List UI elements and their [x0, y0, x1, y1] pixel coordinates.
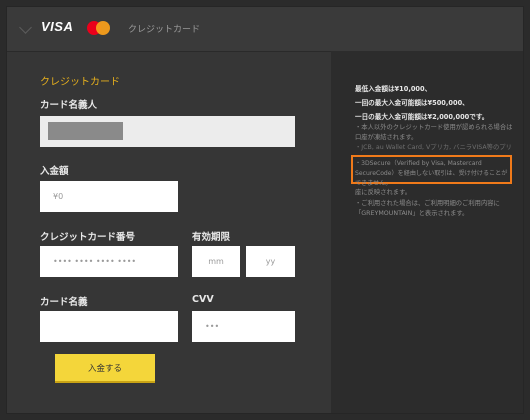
visa-logo: VISA [41, 19, 74, 34]
amount-input[interactable]: ¥0 [40, 181, 178, 212]
expiry-year-input[interactable]: yy [246, 246, 295, 277]
note-reflect: 座に反映されます。 [355, 189, 412, 196]
mastercard-orange-circle [96, 21, 110, 35]
note-3dsecure: ・3DSecure（Verified by Visa, Mastercard S… [355, 160, 508, 187]
credit-card-form: クレジットカード カード名義人 入金額 ¥0 クレジットカード番号 •••• •… [7, 51, 331, 413]
cardholder-label: カード名義人 [40, 100, 98, 111]
payment-method-label: クレジットカード [128, 25, 201, 35]
payment-method-header[interactable]: VISA クレジットカード [7, 7, 523, 52]
note-statement: ・ご利用された場合は、ご利用明細のご利用内容に「GREYMOUNTAIN」と表示… [355, 200, 500, 217]
cvv-label: CVV [192, 294, 214, 305]
chevron-down-icon[interactable] [19, 21, 32, 34]
cvv-input[interactable]: ••• [192, 311, 295, 342]
card-name-input[interactable] [40, 311, 178, 342]
expiry-month-input[interactable]: mm [192, 246, 240, 277]
amount-label: 入金額 [40, 166, 69, 177]
card-number-input[interactable]: •••• •••• •••• •••• [40, 246, 178, 277]
cardholder-field[interactable] [40, 116, 295, 147]
card-number-label: クレジットカード番号 [40, 232, 136, 243]
payment-panel: VISA クレジットカード クレジットカード カード名義人 入金額 ¥0 クレジ… [6, 6, 524, 414]
deposit-info-panel: 最低入金額は¥10,000、 一回の最大入金可能額は¥500,000、 一日の最… [331, 51, 523, 413]
min-deposit-text: 最低入金額は¥10,000、 [355, 85, 432, 93]
mastercard-logo [87, 21, 111, 35]
max-daily-text: 一日の最大入金可能額は¥2,000,000です。 [355, 113, 489, 121]
note-prepaid-cards: ・JCB, au Wallet Card, Vプリカ, バニラVISA等のプリペ… [355, 144, 512, 151]
masked-cardholder-name [48, 122, 123, 140]
expiry-label: 有効期限 [192, 232, 231, 243]
submit-deposit-button[interactable]: 入金する [55, 354, 155, 383]
card-name-label: カード名義 [40, 297, 88, 308]
note-account-freeze: ・本人以外のクレジットカード使用が認められる場合は口座が凍結されます。 [355, 124, 513, 141]
form-heading: クレジットカード [40, 77, 120, 88]
max-once-text: 一回の最大入金可能額は¥500,000、 [355, 99, 469, 107]
